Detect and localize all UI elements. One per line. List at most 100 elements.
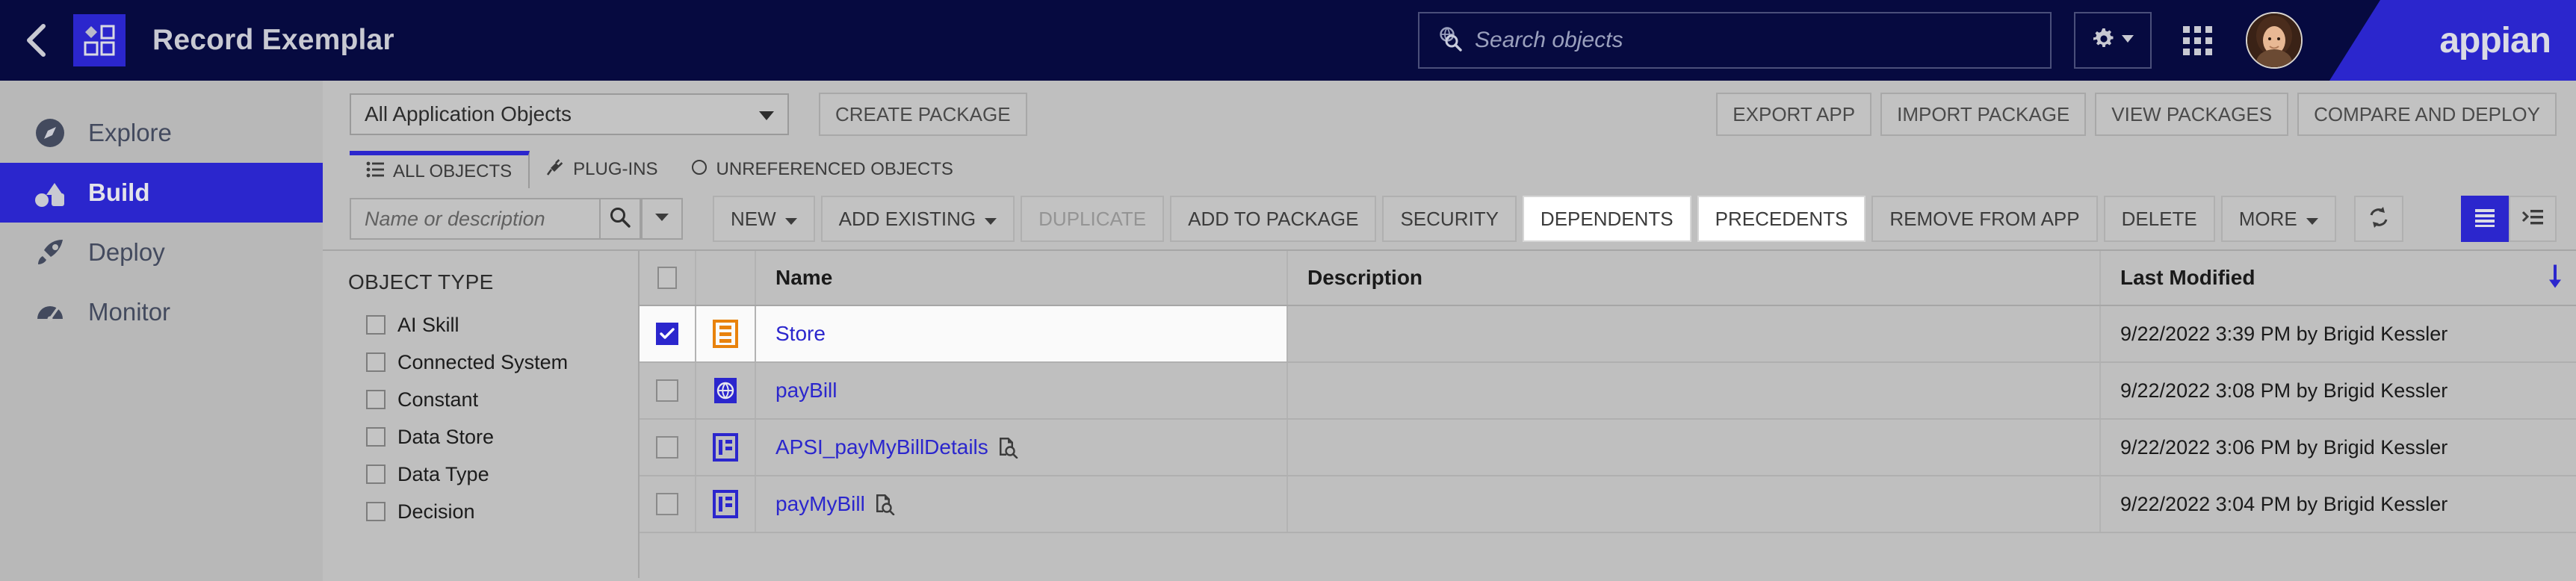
row-select-cell[interactable]: [640, 420, 696, 475]
add-existing-button-label: ADD EXISTING: [838, 207, 976, 230]
back-button[interactable]: [0, 0, 72, 81]
caret-down-icon: [655, 212, 669, 226]
security-button[interactable]: SECURITY: [1382, 196, 1517, 242]
bulk-action-buttons: NEW ADD EXISTING DUPLICATE ADD TO PACKAG…: [713, 196, 2336, 242]
row-checkbox[interactable]: [656, 493, 678, 515]
checkbox-icon[interactable]: [366, 465, 386, 484]
sort-desc-arrow-icon[interactable]: [2548, 264, 2563, 293]
add-to-package-button[interactable]: ADD TO PACKAGE: [1170, 196, 1377, 242]
facet-option-data-store[interactable]: Data Store: [348, 418, 638, 456]
sidebar-item-deploy[interactable]: Deploy: [0, 223, 323, 282]
row-name-cell[interactable]: APSI_payMyBillDetails: [756, 420, 1288, 475]
app-objects-icon[interactable]: [73, 14, 126, 66]
checkbox-icon[interactable]: [366, 315, 386, 335]
object-search-input[interactable]: Name or description: [350, 198, 599, 240]
select-all-checkbox[interactable]: [657, 267, 677, 289]
sidebar-item-monitor[interactable]: Monitor: [0, 282, 323, 342]
table-row[interactable]: Store 9/22/2022 3:39 PM by Brigid Kessle…: [640, 306, 2576, 363]
apps-grid-button[interactable]: [2165, 12, 2229, 69]
view-packages-button[interactable]: VIEW PACKAGES: [2095, 93, 2289, 136]
remove-from-app-button[interactable]: REMOVE FROM APP: [1871, 196, 2098, 242]
tab-label: PLUG-INS: [573, 159, 658, 179]
column-header-name[interactable]: Name: [756, 251, 1288, 305]
row-checkbox[interactable]: [656, 436, 678, 459]
row-checkbox[interactable]: [656, 323, 678, 345]
row-last-modified-cell: 9/22/2022 3:04 PM by Brigid Kessler: [2101, 476, 2576, 532]
view-detail-button[interactable]: [2509, 196, 2557, 242]
facet-option-ai-skill[interactable]: AI Skill: [348, 306, 638, 344]
search-objects-field[interactable]: Search objects: [1418, 12, 2052, 69]
preview-document-icon[interactable]: [873, 493, 895, 515]
checkbox-icon[interactable]: [366, 427, 386, 447]
row-name-cell[interactable]: payMyBill: [756, 476, 1288, 532]
web-api-icon: [696, 363, 756, 418]
compare-and-deploy-button[interactable]: COMPARE AND DEPLOY: [2297, 93, 2557, 136]
checkbox-icon[interactable]: [366, 352, 386, 372]
refresh-icon: [2367, 205, 2391, 233]
facet-option-connected-system[interactable]: Connected System: [348, 344, 638, 381]
precedents-button[interactable]: PRECEDENTS: [1697, 196, 1866, 242]
sidebar-item-label: Explore: [88, 119, 172, 146]
object-name-link[interactable]: payMyBill: [775, 492, 865, 516]
apps-grid-icon: [2182, 25, 2212, 55]
column-header-description[interactable]: Description: [1288, 251, 2101, 305]
checkbox-icon[interactable]: [366, 502, 386, 521]
more-button[interactable]: MORE: [2220, 196, 2336, 242]
facet-option-label: AI Skill: [397, 313, 459, 336]
caret-down-icon: [2122, 34, 2134, 47]
tab-plug-ins[interactable]: PLUG-INS: [530, 151, 674, 188]
object-search-button[interactable]: [599, 198, 641, 240]
sidebar-item-explore[interactable]: Explore: [0, 103, 323, 163]
checkbox-icon[interactable]: [366, 390, 386, 409]
dependents-button[interactable]: DEPENDENTS: [1522, 196, 1691, 242]
object-search-options-button[interactable]: [641, 198, 683, 240]
row-select-cell[interactable]: [640, 476, 696, 532]
facet-option-data-type[interactable]: Data Type: [348, 456, 638, 493]
column-header-label: Last Modified: [2120, 266, 2255, 289]
facet-group-title: OBJECT TYPE: [348, 270, 494, 293]
row-select-cell[interactable]: [640, 306, 696, 361]
row-select-cell[interactable]: [640, 363, 696, 418]
object-name-link[interactable]: payBill: [775, 379, 837, 403]
avatar[interactable]: [2246, 12, 2303, 69]
object-name-link[interactable]: APSI_payMyBillDetails: [775, 435, 988, 459]
column-header-last-modified[interactable]: Last Modified: [2101, 251, 2576, 305]
select-all-cell[interactable]: [640, 251, 696, 305]
table-row[interactable]: payMyBill 9/22/2022 3:04 PM by Brigid Ke…: [640, 476, 2576, 533]
import-package-button[interactable]: IMPORT PACKAGE: [1880, 93, 2087, 136]
facet-option-decision[interactable]: Decision: [348, 493, 638, 530]
header-right-group: Search objects appian: [1418, 0, 2576, 81]
gauge-icon: [34, 296, 75, 328]
new-button-label: NEW: [731, 207, 776, 230]
facet-option-constant[interactable]: Constant: [348, 381, 638, 418]
compass-icon: [34, 117, 75, 149]
table-row[interactable]: APSI_payMyBillDetails 9/22/2022 3:06 PM …: [640, 420, 2576, 476]
circle-icon: [691, 159, 708, 181]
table-row[interactable]: payBill 9/22/2022 3:08 PM by Brigid Kess…: [640, 363, 2576, 420]
settings-menu-button[interactable]: [2074, 12, 2152, 69]
export-app-button[interactable]: EXPORT APP: [1716, 93, 1872, 136]
chevron-left-icon: [23, 22, 49, 58]
new-button[interactable]: NEW: [713, 196, 815, 242]
caret-down-icon: [2306, 208, 2318, 231]
sidebar-item-label: Monitor: [88, 298, 171, 326]
globe-search-icon: [1437, 26, 1463, 55]
preview-document-icon[interactable]: [996, 436, 1018, 459]
row-name-cell[interactable]: Store: [756, 306, 1288, 361]
view-list-button[interactable]: [2461, 196, 2509, 242]
row-name-cell[interactable]: payBill: [756, 363, 1288, 418]
header-icon-cell: [696, 251, 756, 305]
application-toolbar: All Application Objects CREATE PACKAGE E…: [323, 81, 2576, 148]
create-package-button[interactable]: CREATE PACKAGE: [819, 93, 1027, 136]
application-scope-select[interactable]: All Application Objects: [350, 93, 789, 135]
add-existing-button[interactable]: ADD EXISTING: [820, 196, 1015, 242]
sidebar-item-build[interactable]: Build: [0, 163, 323, 223]
search-objects-placeholder: Search objects: [1475, 28, 1623, 52]
tab-unreferenced-objects[interactable]: UNREFERENCED OBJECTS: [675, 151, 970, 188]
row-checkbox[interactable]: [656, 379, 678, 402]
delete-button[interactable]: DELETE: [2103, 196, 2215, 242]
main-content: All Application Objects CREATE PACKAGE E…: [323, 81, 2576, 581]
object-name-link[interactable]: Store: [775, 322, 826, 346]
refresh-button[interactable]: [2353, 196, 2403, 242]
tab-all-objects[interactable]: ALL OBJECTS: [350, 151, 530, 188]
